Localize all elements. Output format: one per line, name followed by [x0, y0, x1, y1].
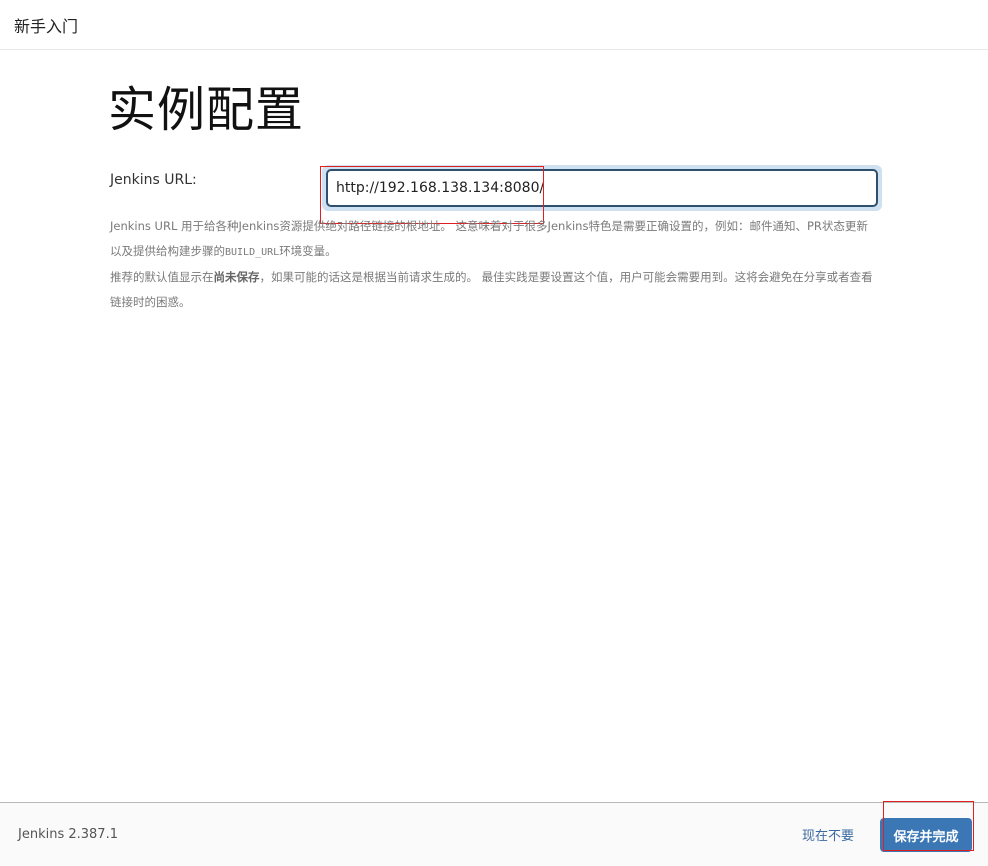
help-text-1b: 环境变量。 — [279, 244, 337, 258]
page-title: 实例配置 — [108, 82, 305, 138]
skip-link[interactable]: 现在不要 — [802, 825, 854, 844]
jenkins-version: Jenkins 2.387.1 — [18, 827, 118, 842]
help-paragraph-1: Jenkins URL 用于给各种Jenkins资源提供绝对路径链接的根地址。 … — [110, 214, 876, 265]
url-help-text: Jenkins URL 用于给各种Jenkins资源提供绝对路径链接的根地址。 … — [110, 214, 876, 315]
help-text-1a: Jenkins URL 用于给各种Jenkins资源提供绝对路径链接的根地址。 … — [110, 219, 868, 258]
save-and-finish-button[interactable]: 保存并完成 — [880, 818, 972, 852]
not-saved-emphasis: 尚未保存 — [213, 270, 260, 284]
footer-bar: Jenkins 2.387.1 现在不要 保存并完成 — [0, 802, 988, 866]
help-paragraph-2: 推荐的默认值显示在尚未保存，如果可能的话这是根据当前请求生成的。 最佳实践是要设… — [110, 265, 876, 315]
jenkins-url-input[interactable] — [326, 169, 878, 207]
header-title: 新手入门 — [14, 17, 79, 36]
help-text-2a: 推荐的默认值显示在 — [110, 270, 214, 284]
build-url-code: BUILD_URL — [225, 247, 280, 258]
top-bar: 新手入门 — [0, 0, 988, 50]
jenkins-url-label: Jenkins URL: — [110, 172, 197, 188]
